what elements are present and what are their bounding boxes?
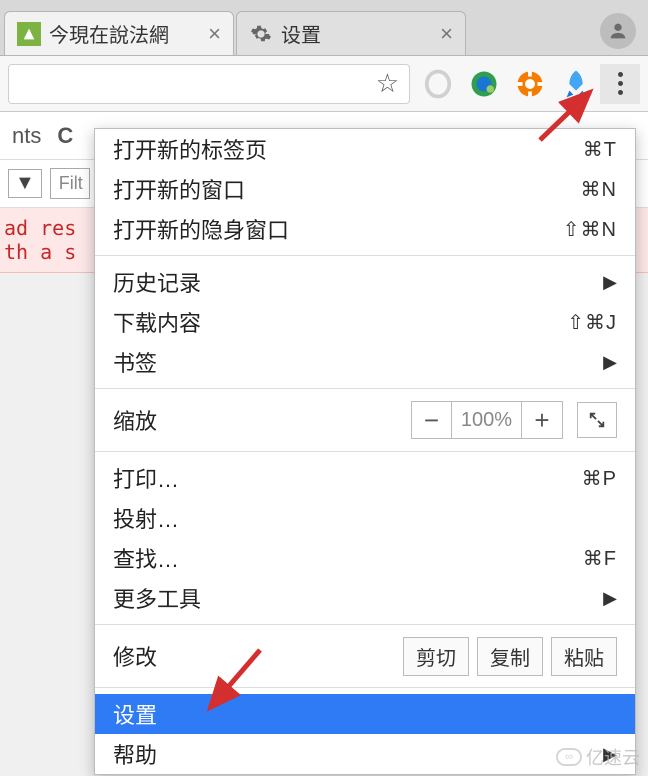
menu-edit: 修改 剪切 复制 粘贴 xyxy=(95,631,635,681)
menu-label: 缩放 xyxy=(113,404,411,436)
menu-label: 下载内容 xyxy=(113,306,567,338)
chrome-menu-button[interactable] xyxy=(600,64,640,104)
browser-tab-2[interactable]: 设置 × xyxy=(236,11,466,55)
menu-label: 修改 xyxy=(113,640,395,672)
menu-separator xyxy=(95,687,635,688)
menu-history[interactable]: 历史记录 ▶ xyxy=(95,262,635,302)
menu-find[interactable]: 查找… ⌘F xyxy=(95,538,635,578)
address-bar[interactable]: ☆ xyxy=(8,64,410,104)
menu-label: 打开新的标签页 xyxy=(113,133,583,165)
console-line-2: th a s xyxy=(4,240,76,264)
menu-label: 查找… xyxy=(113,542,583,574)
menu-label: 投射… xyxy=(113,502,617,534)
submenu-arrow-icon: ▶ xyxy=(603,352,617,373)
menu-separator xyxy=(95,624,635,625)
copy-button[interactable]: 复制 xyxy=(477,637,543,676)
menu-separator xyxy=(95,388,635,389)
zoom-out-button[interactable]: − xyxy=(412,402,452,438)
fullscreen-button[interactable] xyxy=(577,402,617,438)
log-level-dropdown[interactable]: ▼ xyxy=(8,169,42,198)
tab-close-icon[interactable]: × xyxy=(208,21,221,47)
submenu-arrow-icon: ▶ xyxy=(603,272,617,293)
gear-icon xyxy=(249,22,273,46)
tab-favicon-site xyxy=(17,22,41,46)
menu-new-tab[interactable]: 打开新的标签页 ⌘T xyxy=(95,129,635,169)
tab-bar-end xyxy=(468,13,644,55)
cut-button[interactable]: 剪切 xyxy=(403,637,469,676)
submenu-arrow-icon: ▶ xyxy=(603,588,617,609)
menu-help[interactable]: 帮助 ▶ xyxy=(95,734,635,774)
menu-label: 打开新的窗口 xyxy=(113,173,581,205)
menu-label: 历史记录 xyxy=(113,266,603,298)
menu-label: 更多工具 xyxy=(113,582,603,614)
watermark: ∞ 亿速云 xyxy=(556,744,640,770)
extension-icon-2[interactable] xyxy=(466,66,502,102)
paste-button[interactable]: 粘贴 xyxy=(551,637,617,676)
zoom-in-button[interactable]: + xyxy=(522,402,562,438)
watermark-text: 亿速云 xyxy=(586,744,640,770)
devtools-tab-console[interactable]: C xyxy=(49,123,81,149)
menu-new-incognito[interactable]: 打开新的隐身窗口 ⇧⌘N xyxy=(95,209,635,249)
filter-input[interactable]: Filt xyxy=(50,168,90,199)
menu-shortcut: ⇧⌘N xyxy=(563,217,617,242)
browser-tab-bar: 今現在說法網 × 设置 × xyxy=(0,0,648,56)
browser-toolbar: ☆ xyxy=(0,56,648,112)
menu-label: 设置 xyxy=(113,698,617,730)
chrome-main-menu: 打开新的标签页 ⌘T 打开新的窗口 ⌘N 打开新的隐身窗口 ⇧⌘N 历史记录 ▶… xyxy=(94,128,636,775)
browser-tab-1[interactable]: 今現在說法網 × xyxy=(4,11,234,55)
watermark-icon: ∞ xyxy=(556,748,582,766)
extension-icon-1[interactable] xyxy=(420,66,456,102)
zoom-value: 100% xyxy=(452,402,522,438)
menu-shortcut: ⌘F xyxy=(583,546,617,571)
menu-bookmarks[interactable]: 书签 ▶ xyxy=(95,342,635,382)
menu-label: 书签 xyxy=(113,346,603,378)
extension-icon-4[interactable] xyxy=(558,66,594,102)
menu-more-tools[interactable]: 更多工具 ▶ xyxy=(95,578,635,618)
menu-zoom: 缩放 − 100% + xyxy=(95,395,635,445)
menu-separator xyxy=(95,255,635,256)
profile-button[interactable] xyxy=(600,13,636,49)
menu-separator xyxy=(95,451,635,452)
tab-close-icon[interactable]: × xyxy=(440,21,453,47)
bookmark-star-icon[interactable]: ☆ xyxy=(376,68,399,99)
menu-label: 打开新的隐身窗口 xyxy=(113,213,563,245)
menu-downloads[interactable]: 下载内容 ⇧⌘J xyxy=(95,302,635,342)
menu-shortcut: ⌘T xyxy=(583,137,617,162)
devtools-tab-fragment[interactable]: nts xyxy=(4,123,49,149)
menu-label: 打印… xyxy=(113,462,582,494)
extension-icon-3[interactable] xyxy=(512,66,548,102)
menu-cast[interactable]: 投射… xyxy=(95,498,635,538)
tab-title: 今現在說法網 xyxy=(49,19,202,48)
menu-new-window[interactable]: 打开新的窗口 ⌘N xyxy=(95,169,635,209)
menu-print[interactable]: 打印… ⌘P xyxy=(95,458,635,498)
menu-shortcut: ⇧⌘J xyxy=(567,310,617,335)
menu-shortcut: ⌘P xyxy=(582,466,617,491)
tab-title: 设置 xyxy=(281,19,434,48)
menu-label: 帮助 xyxy=(113,738,603,770)
menu-shortcut: ⌘N xyxy=(581,177,617,202)
zoom-control: − 100% + xyxy=(411,401,563,439)
menu-settings[interactable]: 设置 xyxy=(95,694,635,734)
extension-icons xyxy=(420,66,594,102)
console-line-1: ad res xyxy=(4,216,76,240)
